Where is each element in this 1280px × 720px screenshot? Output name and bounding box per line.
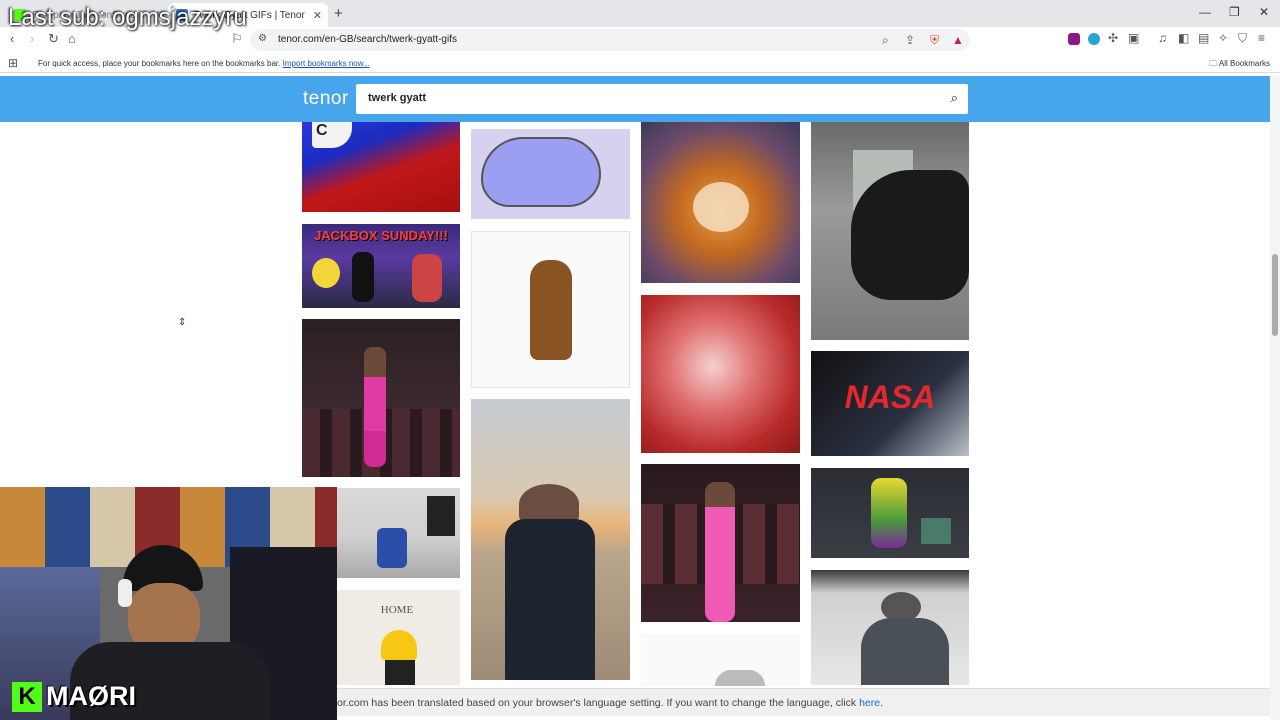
change-language-link[interactable]: here bbox=[859, 697, 880, 709]
page-scrollbar[interactable] bbox=[1270, 76, 1280, 720]
search-icon[interactable]: ⌕ bbox=[951, 90, 958, 106]
mouse-cursor-icon: ⇕ bbox=[178, 317, 187, 328]
scrollbar-thumb[interactable] bbox=[1272, 254, 1278, 336]
person-figure bbox=[851, 170, 969, 300]
menu-icon[interactable]: ≡ bbox=[1258, 31, 1265, 45]
apps-grid-icon[interactable]: ⊞ bbox=[8, 56, 18, 70]
translation-notice: or.com has been translated based on your… bbox=[337, 688, 1270, 716]
gif-tile[interactable] bbox=[641, 634, 800, 686]
tenor-logo[interactable]: tenor bbox=[303, 88, 349, 110]
window-close-icon[interactable]: ✕ bbox=[1259, 5, 1269, 19]
tenor-header: tenor ⌕ bbox=[0, 76, 1270, 122]
sidebar-icon[interactable]: ◧ bbox=[1178, 31, 1189, 45]
new-tab-icon[interactable]: + bbox=[334, 5, 343, 22]
gif-tile[interactable]: NASA bbox=[811, 351, 969, 456]
wallet-icon[interactable]: ▤ bbox=[1198, 31, 1209, 45]
gif-tile[interactable] bbox=[302, 319, 460, 477]
pikachu-figure bbox=[312, 258, 340, 288]
minimize-icon[interactable]: — bbox=[1199, 5, 1211, 19]
tab-search-icon[interactable]: ▣ bbox=[1128, 31, 1139, 45]
reload-icon[interactable]: ↻ bbox=[48, 31, 59, 47]
gif-tile[interactable]: JACKBOX SUNDAY!!! bbox=[302, 224, 460, 308]
bookmarks-message: For quick access, place your bookmarks h… bbox=[38, 59, 281, 68]
all-bookmarks-button[interactable]: 🗀 All Bookmarks bbox=[1209, 58, 1270, 72]
headphones bbox=[118, 579, 132, 607]
url-text: tenor.com/en-GB/search/twerk-gyatt-gifs bbox=[278, 34, 457, 45]
gif-tile[interactable] bbox=[641, 122, 800, 283]
gif-caption: NASA bbox=[844, 379, 936, 415]
last-sub-overlay: Last sub: ogmsjazzyru bbox=[8, 4, 247, 31]
notice-text: or.com has been translated based on your… bbox=[337, 697, 857, 709]
animatronic-figure bbox=[530, 260, 572, 360]
address-bar[interactable]: ⚙ tenor.com/en-GB/search/twerk-gyatt-gif… bbox=[250, 29, 970, 51]
kick-logo-icon: K bbox=[12, 681, 42, 712]
extension-icon[interactable] bbox=[1088, 33, 1100, 45]
zoom-icon[interactable]: ⌕ bbox=[882, 33, 889, 48]
blob-figure bbox=[481, 137, 601, 207]
forward-icon[interactable]: › bbox=[30, 31, 34, 46]
gif-tile[interactable] bbox=[471, 231, 630, 388]
gif-tile[interactable] bbox=[811, 122, 969, 340]
extension-icon[interactable] bbox=[1068, 33, 1080, 45]
media-icon[interactable]: ♫ bbox=[1158, 31, 1167, 45]
bookmark-icon[interactable]: ⚐ bbox=[231, 31, 243, 47]
close-tab-icon[interactable]: ✕ bbox=[313, 9, 322, 22]
vpn-icon[interactable]: ⛉ bbox=[1238, 31, 1247, 46]
bookmarks-bar: ⊞ For quick access, place your bookmarks… bbox=[0, 53, 1280, 73]
search-input[interactable] bbox=[368, 92, 928, 104]
brave-shields-icon[interactable]: ⛨ bbox=[930, 33, 939, 48]
person-figure bbox=[505, 519, 595, 680]
gif-tile[interactable] bbox=[641, 464, 800, 622]
restore-icon[interactable]: ❐ bbox=[1229, 5, 1240, 19]
gif-tile[interactable]: C bbox=[302, 122, 460, 212]
dancer-figure bbox=[364, 347, 386, 467]
gif-tile[interactable]: HOME bbox=[337, 590, 460, 685]
rewards-icon[interactable]: ▲ bbox=[952, 33, 964, 47]
gif-tile[interactable] bbox=[471, 129, 630, 219]
gif-caption: HOME bbox=[380, 604, 414, 616]
search-box: ⌕ bbox=[356, 84, 968, 114]
site-info-icon[interactable]: ⚙ bbox=[258, 33, 267, 44]
import-bookmarks-link[interactable]: Import bookmarks now... bbox=[283, 59, 370, 68]
gif-tile[interactable] bbox=[471, 399, 630, 680]
gif-tile[interactable] bbox=[641, 295, 800, 453]
dancer-figure bbox=[705, 482, 735, 622]
leo-icon[interactable]: ✧ bbox=[1218, 31, 1228, 45]
streamer-badge: K MAØRI bbox=[12, 681, 136, 712]
figure bbox=[871, 478, 907, 548]
streamer-name: MAØRI bbox=[46, 681, 136, 711]
share-icon[interactable]: ⇪ bbox=[905, 33, 915, 47]
back-icon[interactable]: ‹ bbox=[10, 31, 14, 46]
screen: { "overlay": { "last_sub": "Last sub: og… bbox=[0, 0, 1280, 720]
person-figure bbox=[861, 618, 949, 685]
home-icon[interactable]: ⌂ bbox=[68, 31, 76, 46]
extensions-puzzle-icon[interactable]: ✣ bbox=[1108, 31, 1118, 45]
gif-tile[interactable] bbox=[337, 488, 460, 578]
gif-tile[interactable] bbox=[811, 570, 969, 685]
gif-tile[interactable] bbox=[811, 468, 969, 558]
gif-caption: JACKBOX SUNDAY!!! bbox=[314, 228, 448, 243]
folder-icon: 🗀 bbox=[1209, 59, 1218, 68]
